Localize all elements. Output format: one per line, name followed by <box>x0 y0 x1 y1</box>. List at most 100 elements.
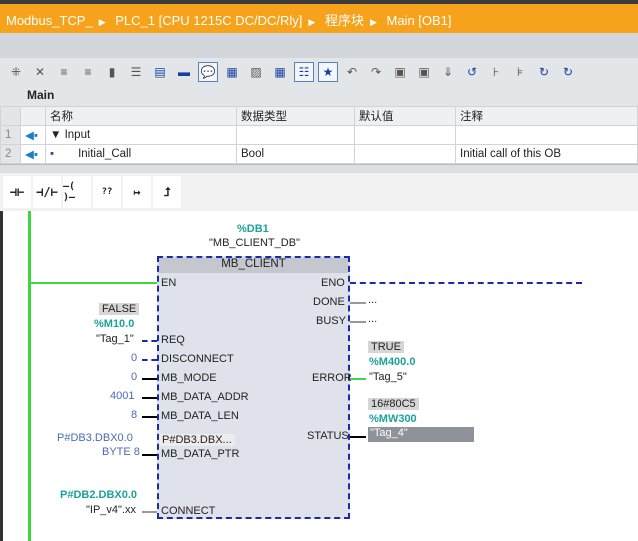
pin-mb-data-len: MB_DATA_LEN <box>161 410 239 422</box>
comments-icon[interactable]: 💬 <box>198 62 218 82</box>
addr-value[interactable]: 4001 <box>110 390 134 402</box>
breadcrumb-main[interactable]: Main [OB1] <box>387 13 452 28</box>
jump-icon[interactable]: ↶ <box>342 62 362 82</box>
editor-toolbar: ⁜ ✕ ≡ ≡ ▮ ☰ ▤ ▬ 💬 ▦ ▨ ▦ ☷ ★ ↶ ↷ ▣ ▣ ⇓ ↺ … <box>0 58 638 86</box>
refresh-icon[interactable]: ↻ <box>558 62 578 82</box>
pin-mb-mode: MB_MODE <box>161 372 217 384</box>
pin-error: ERROR <box>312 372 352 384</box>
status-address: %MW300 <box>369 413 417 425</box>
absolute-operand-icon[interactable]: ▮ <box>102 62 122 82</box>
favorites-icon[interactable]: ▦ <box>222 62 242 82</box>
block-title: MB_CLIENT <box>159 258 348 273</box>
error-wire <box>350 378 366 380</box>
add-row-icon[interactable]: ≡ <box>78 62 98 82</box>
status-wire <box>350 436 366 438</box>
req-tag[interactable]: "Tag_1" <box>96 333 134 345</box>
pin-mb-data-addr: MB_DATA_ADDR <box>161 391 249 403</box>
table-row: 2 ◀▪ ▪ Initial_Call Bool Initial call of th… <box>0 144 638 164</box>
addr-wire <box>142 397 157 399</box>
connect-address: P#DB2.DBX0.0 <box>60 489 138 501</box>
coil-icon[interactable]: –( )– <box>63 176 91 208</box>
monitor-icon[interactable]: ↺ <box>462 62 482 82</box>
nc-contact-icon[interactable]: ⊣/⊢ <box>33 176 61 208</box>
list-view-icon[interactable]: ☷ <box>294 62 314 82</box>
pin-en: EN <box>161 277 177 289</box>
breadcrumb-plc[interactable]: PLC_1 [CPU 1215C DC/DC/Rly] <box>115 13 302 28</box>
jump-clear-icon[interactable]: ↷ <box>366 62 386 82</box>
block-name-header: Main <box>0 86 638 106</box>
splitter[interactable] <box>0 164 638 173</box>
pin-mb-data-ptr: MB_DATA_PTR <box>161 448 240 460</box>
ptr-wire <box>142 454 157 456</box>
error-monitor-value: TRUE <box>368 341 404 353</box>
pin-eno: ENO <box>321 277 345 289</box>
panel-edge <box>0 211 3 541</box>
req-address: %M10.0 <box>94 318 135 330</box>
connect-wire <box>142 511 157 513</box>
done-wire <box>350 302 366 304</box>
disconnect-value[interactable]: 0 <box>131 352 137 364</box>
pin-busy: BUSY <box>316 315 346 327</box>
req-monitor-value: FALSE <box>99 303 140 315</box>
table-row: 1 ◀▪ ▼ Input <box>0 125 638 145</box>
input-icon: ◀▪ <box>20 144 46 164</box>
table-header: 名称 数据类型 默认值 注释 <box>0 106 638 126</box>
error-tag[interactable]: "Tag_5" <box>369 371 407 383</box>
display-icon[interactable]: ▨ <box>246 62 266 82</box>
insert-row-icon[interactable]: ≡ <box>54 62 74 82</box>
instance-db-address: %DB1 <box>237 223 269 235</box>
block2-icon[interactable]: ▣ <box>414 62 434 82</box>
close-branch-icon[interactable]: ⮥ <box>153 176 181 208</box>
pin-done: DONE <box>313 296 345 308</box>
ptr-value-line2: BYTE 8 <box>102 446 140 458</box>
done-operand[interactable]: ... <box>368 294 377 306</box>
mode-value[interactable]: 0 <box>131 371 137 383</box>
status-tag[interactable]: "Tag_4" <box>368 427 474 442</box>
status-monitor-value: 16#80C5 <box>368 398 419 410</box>
open-branch-icon[interactable]: ↦ <box>123 176 151 208</box>
branch-icon[interactable]: ⊦ <box>486 62 506 82</box>
req-wire <box>142 340 157 342</box>
len-value[interactable]: 8 <box>131 409 137 421</box>
error-address: %M400.0 <box>369 356 416 368</box>
title-strip <box>0 33 638 58</box>
busy-operand[interactable]: ... <box>368 313 377 325</box>
pin-status: STATUS <box>307 430 349 442</box>
power-rail <box>28 211 31 541</box>
empty-box-icon[interactable]: ?? <box>93 176 121 208</box>
address-icon[interactable]: ▦ <box>270 62 290 82</box>
input-icon: ◀▪ <box>20 125 46 145</box>
pin-disconnect: DISCONNECT <box>161 353 234 365</box>
breadcrumb-program-blocks[interactable]: 程序块 <box>325 13 364 28</box>
busy-wire <box>350 321 366 323</box>
mode-wire <box>142 378 157 380</box>
star-icon[interactable]: ★ <box>318 62 338 82</box>
no-contact-icon[interactable]: ⊣⊢ <box>3 176 31 208</box>
online-icon[interactable]: ↻ <box>534 62 554 82</box>
instance-db-name[interactable]: "MB_CLIENT_DB" <box>209 237 300 249</box>
len-wire <box>142 416 157 418</box>
compare-icon[interactable]: ⇓ <box>438 62 458 82</box>
insert-network-icon[interactable]: ⁜ <box>6 62 26 82</box>
indent-icon[interactable]: ☰ <box>126 62 146 82</box>
disconnect-wire <box>142 359 157 361</box>
pin-connect: CONNECT <box>161 505 216 517</box>
open-networks-icon[interactable]: ▤ <box>150 62 170 82</box>
close-networks-icon[interactable]: ▬ <box>174 62 194 82</box>
breadcrumb-project[interactable]: Modbus_TCP_ <box>6 13 93 28</box>
pin-ptr-value: P#DB3.DBX... <box>159 434 235 446</box>
eno-wire <box>350 282 582 284</box>
breadcrumb: Modbus_TCP_ ▶ PLC_1 [CPU 1215C DC/DC/Rly]… <box>0 0 638 33</box>
block-icon[interactable]: ▣ <box>390 62 410 82</box>
expand-icon[interactable]: ▼ <box>50 129 65 141</box>
col-name[interactable]: 名称 <box>45 106 237 126</box>
col-type[interactable]: 数据类型 <box>236 106 355 126</box>
col-comment[interactable]: 注释 <box>455 106 638 126</box>
col-default[interactable]: 默认值 <box>354 106 456 126</box>
delete-network-icon[interactable]: ✕ <box>30 62 50 82</box>
branch2-icon[interactable]: ⊧ <box>510 62 530 82</box>
instruction-bar: ⊣⊢ ⊣/⊢ –( )– ?? ↦ ⮥ <box>0 173 638 211</box>
pin-req: REQ <box>161 334 185 346</box>
ptr-value-line1[interactable]: P#DB3.DBX0.0 <box>57 432 133 444</box>
connect-tag[interactable]: "IP_v4".xx <box>86 504 136 516</box>
